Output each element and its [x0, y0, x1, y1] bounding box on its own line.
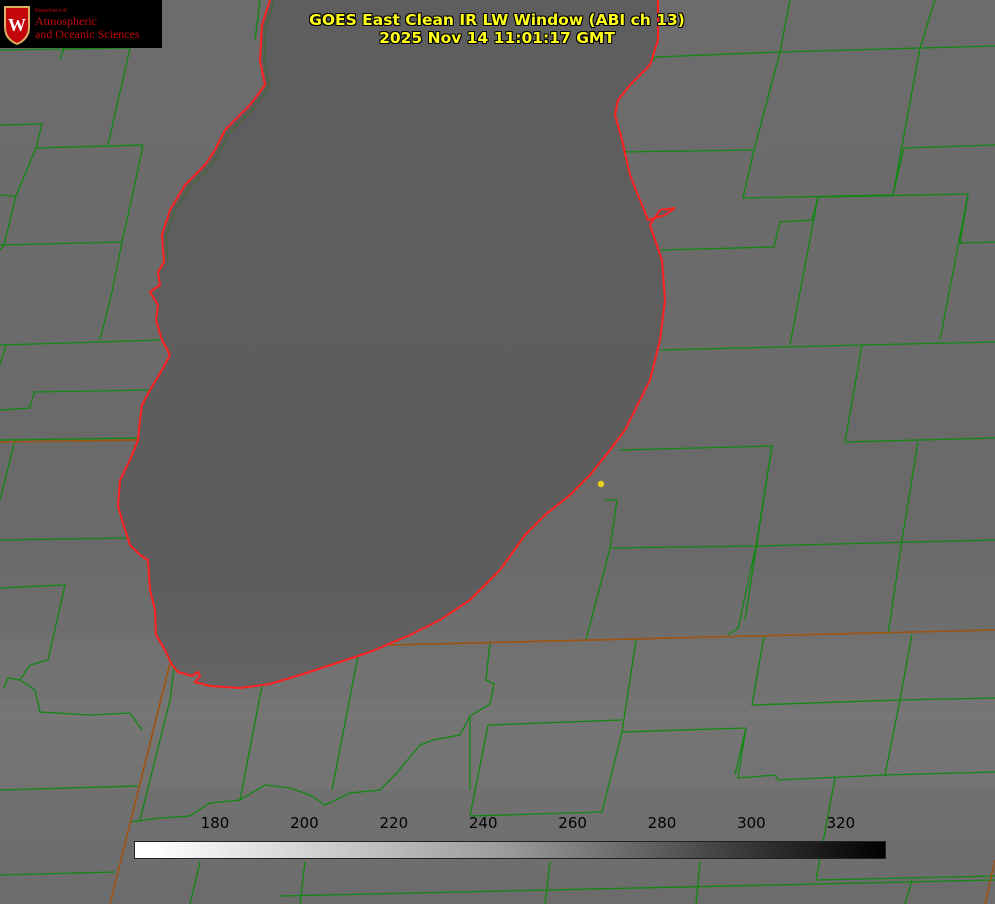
colorbar-tick-label: 220: [379, 814, 409, 832]
uw-crest-icon: W: [4, 6, 30, 45]
colorbar-tick-label: 260: [558, 814, 587, 832]
title-timestamp: 2025 Nov 14 11:01:17 GMT: [379, 29, 615, 47]
title-line1: GOES East Clean IR LW Window (ABI ch 13): [309, 11, 685, 29]
colorbar-tick-label: 320: [826, 814, 856, 832]
colorbar-tick-labels: 180 200 220 240 260 280 300 320: [0, 814, 995, 834]
colorbar-tick-label: 240: [468, 814, 498, 832]
satellite-image: [0, 0, 995, 904]
colorbar-tick-label: 300: [737, 814, 766, 832]
colorbar-tick-label: 180: [200, 814, 230, 832]
logo-name-line2: and Oceanic Sciences: [35, 27, 140, 41]
logo-name-line1: Atmospheric: [35, 14, 97, 28]
city-marker: [597, 480, 605, 488]
colorbar: [134, 841, 886, 859]
colorbar-tick-label: 200: [290, 814, 319, 832]
uw-aos-logo: W Department of Atmospheric and Oceanic …: [0, 0, 162, 48]
colorbar-tick-label: 280: [647, 814, 677, 832]
crest-letter: W: [8, 15, 26, 35]
image-title: GOES East Clean IR LW Window (ABI ch 13)…: [262, 11, 732, 47]
